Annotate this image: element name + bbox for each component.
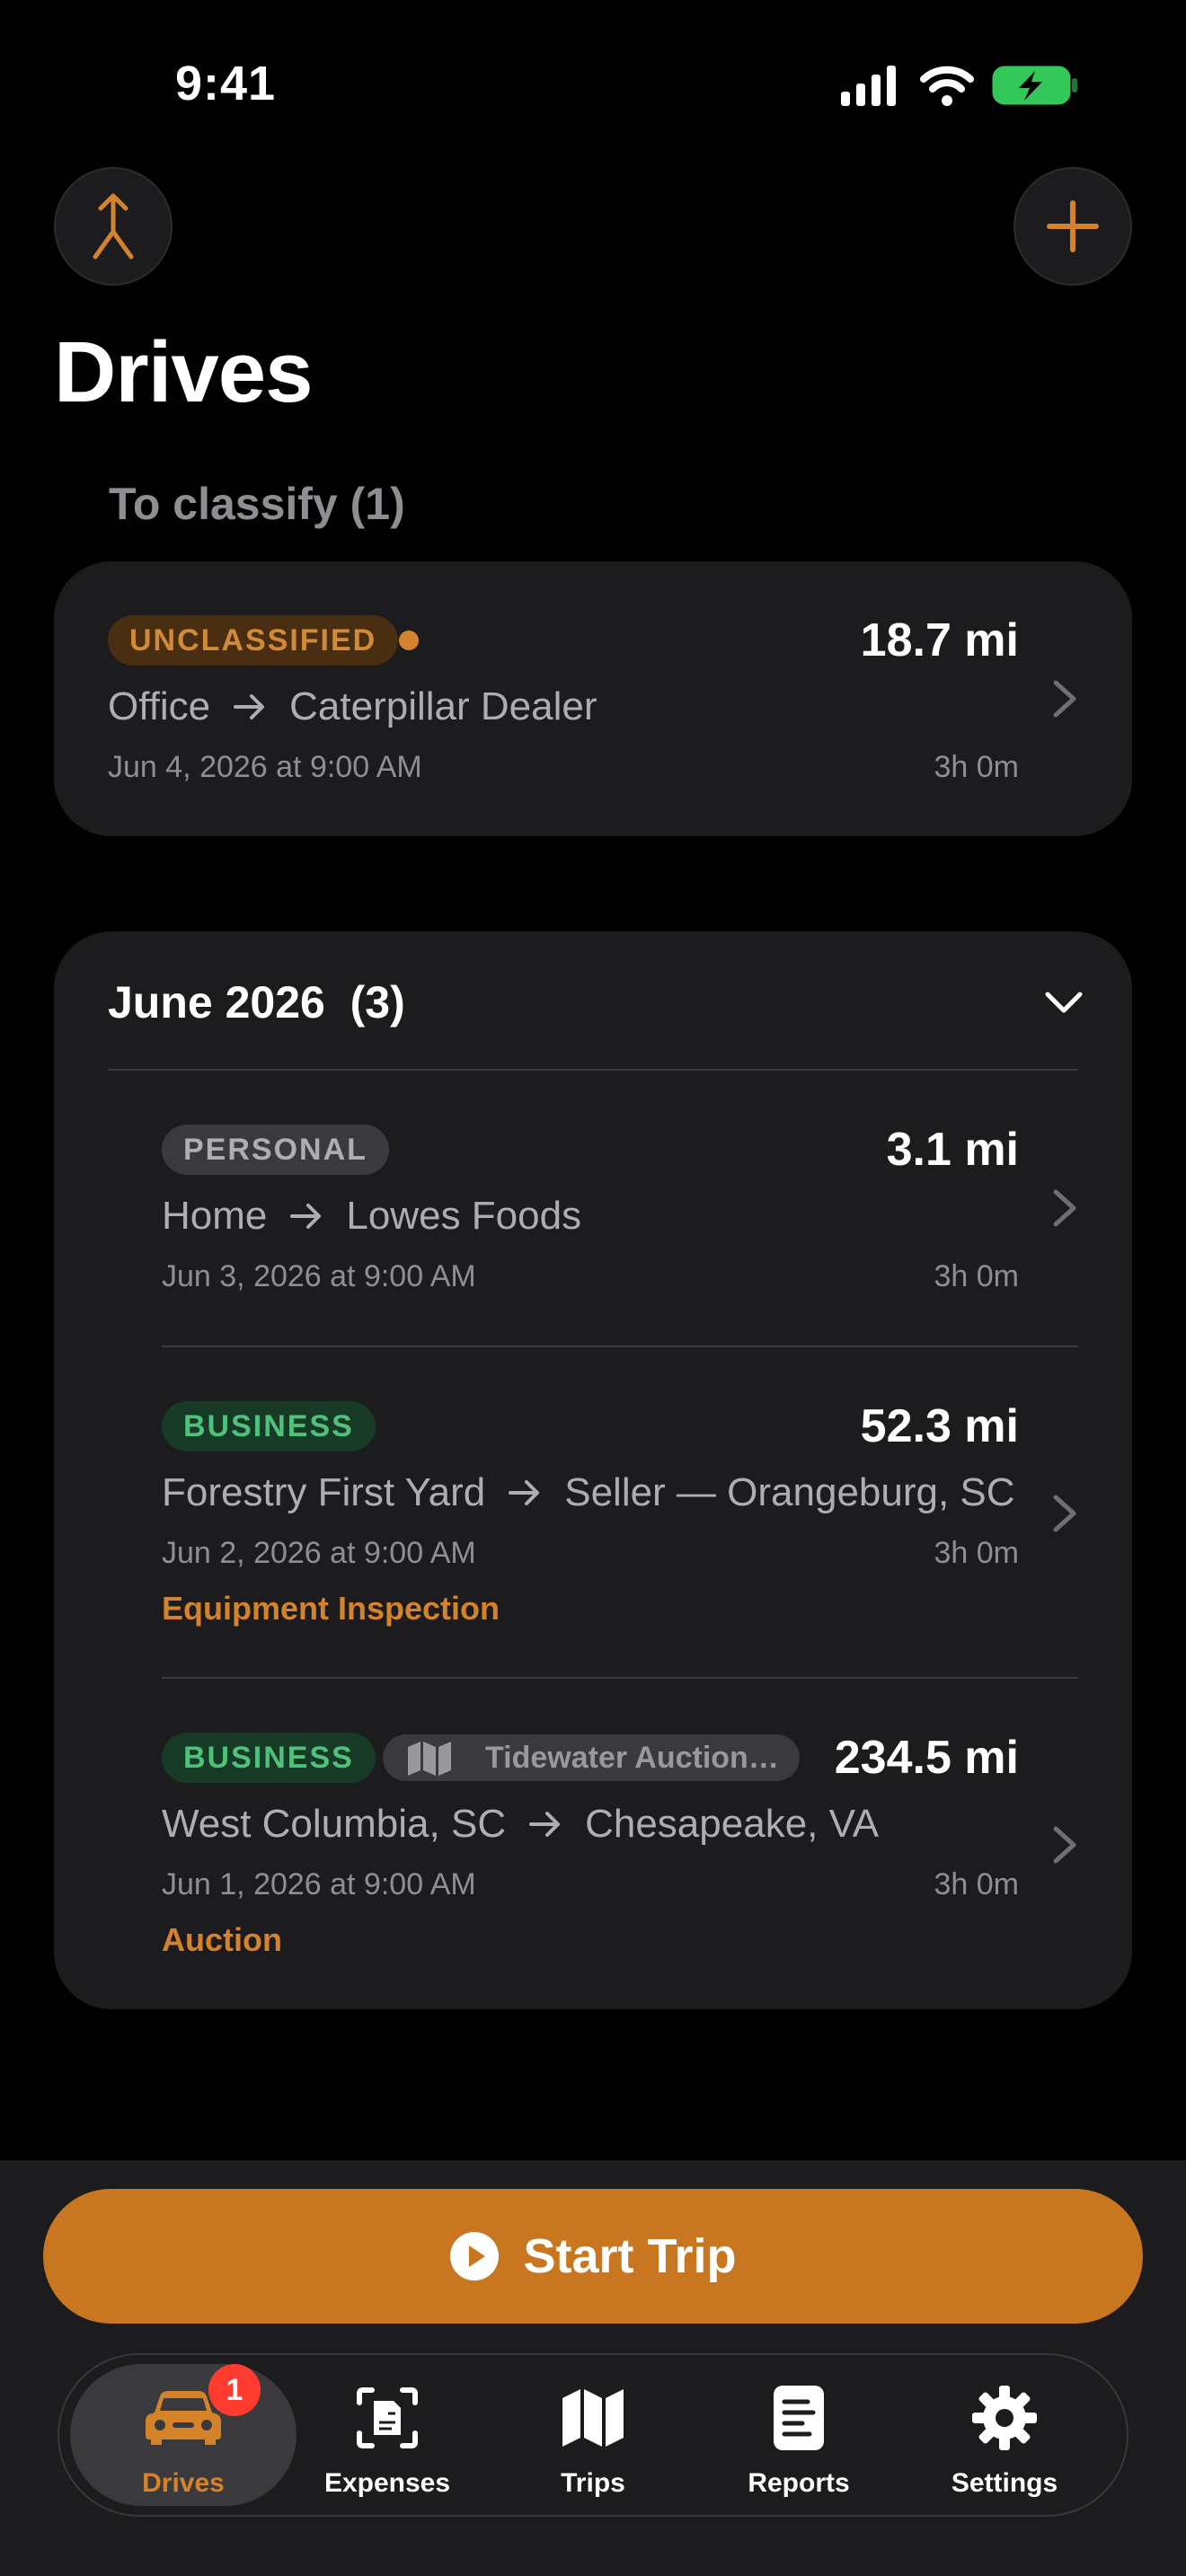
chevron-right-icon bbox=[1053, 1826, 1076, 1864]
status-badge: PERSONAL bbox=[162, 1125, 389, 1175]
status-badge: BUSINESS bbox=[162, 1733, 376, 1783]
chevron-down-icon[interactable] bbox=[1044, 989, 1084, 1016]
tab-label: Expenses bbox=[323, 2468, 451, 2498]
map-icon bbox=[561, 2382, 625, 2454]
drive-route: Office Caterpillar Dealer bbox=[108, 680, 1006, 734]
status-badge: BUSINESS bbox=[162, 1401, 376, 1451]
route-from: Home bbox=[162, 1194, 268, 1238]
status-icons bbox=[839, 63, 1080, 108]
route-to: Caterpillar Dealer bbox=[289, 684, 597, 728]
route-to: Seller — Orangeburg, SC bbox=[564, 1470, 1015, 1514]
drive-purpose: Equipment Inspection bbox=[162, 1590, 500, 1627]
chevron-right-icon bbox=[1053, 680, 1076, 718]
merge-button[interactable] bbox=[54, 167, 173, 286]
tab-label: Drives bbox=[142, 2468, 225, 2498]
drive-duration: 3h 0m bbox=[934, 750, 1020, 784]
unclassified-drive-card[interactable]: UNCLASSIFIED 18.7 mi Office Caterpillar … bbox=[54, 561, 1132, 836]
route-to: Chesapeake, VA bbox=[585, 1802, 880, 1846]
drive-purpose: Auction bbox=[162, 1921, 282, 1958]
drive-date: Jun 2, 2026 at 9:00 AM bbox=[162, 1536, 476, 1570]
arrow-right-icon bbox=[509, 1479, 541, 1506]
drive-date: Jun 1, 2026 at 9:00 AM bbox=[162, 1867, 476, 1901]
notification-badge: 1 bbox=[208, 2364, 261, 2416]
map-icon bbox=[408, 1742, 451, 1776]
tab-settings[interactable]: Settings bbox=[906, 2355, 1103, 2515]
tab-label: Reports bbox=[748, 2468, 850, 2498]
play-icon bbox=[450, 2232, 500, 2280]
report-icon bbox=[772, 2382, 826, 2454]
drive-row[interactable]: BUSINESS 52.3 mi Forestry First Yard Sel… bbox=[54, 1347, 1132, 1680]
drive-row[interactable]: PERSONAL 3.1 mi Home Lowes Foods Jun 3, … bbox=[54, 1071, 1132, 1381]
chevron-right-icon bbox=[1053, 1189, 1076, 1227]
page-title: Drives bbox=[54, 324, 314, 420]
drive-distance: 18.7 mi bbox=[860, 614, 1019, 666]
tab-label: Settings bbox=[951, 2468, 1058, 2498]
tab-expenses[interactable]: Expenses bbox=[288, 2355, 486, 2515]
receipt-scan-icon bbox=[356, 2382, 419, 2454]
chevron-right-icon bbox=[1053, 1495, 1076, 1532]
route-from: Forestry First Yard bbox=[162, 1470, 486, 1514]
arrow-right-icon bbox=[290, 1203, 323, 1230]
section-label-to-classify: To classify (1) bbox=[109, 479, 405, 529]
arrow-right-icon bbox=[234, 693, 266, 720]
unclassified-dot bbox=[399, 631, 419, 650]
tab-label: Trips bbox=[561, 2468, 625, 2498]
trip-tag-label: Tidewater Auction Trip bbox=[485, 1740, 780, 1775]
start-trip-button[interactable]: Start Trip bbox=[43, 2189, 1143, 2324]
drive-date: Jun 4, 2026 at 9:00 AM bbox=[108, 750, 422, 784]
tab-trips[interactable]: Trips bbox=[494, 2355, 692, 2515]
drive-date: Jun 3, 2026 at 9:00 AM bbox=[162, 1259, 476, 1293]
trip-tag[interactable]: Tidewater Auction Trip bbox=[383, 1734, 800, 1781]
status-badge: UNCLASSIFIED bbox=[108, 615, 399, 666]
route-from: West Columbia, SC bbox=[162, 1802, 507, 1846]
gear-icon bbox=[970, 2382, 1039, 2454]
drive-distance: 3.1 mi bbox=[886, 1124, 1019, 1176]
drive-route: West Columbia, SC Chesapeake, VA bbox=[162, 1797, 1042, 1851]
month-group-card: June 2026 (3) PERSONAL 3.1 mi Home Lowes… bbox=[54, 931, 1132, 2009]
drive-distance: 234.5 mi bbox=[834, 1732, 1019, 1784]
add-drive-button[interactable] bbox=[1013, 167, 1132, 286]
arrow-right-icon bbox=[529, 1811, 562, 1838]
drive-row[interactable]: BUSINESS Tidewater Auction Trip 234.5 mi… bbox=[54, 1679, 1132, 2002]
month-group-title: June 2026 (3) bbox=[108, 977, 405, 1028]
status-time: 9:41 bbox=[175, 57, 277, 110]
signal-wifi-battery-icon bbox=[841, 66, 1077, 106]
route-to: Lowes Foods bbox=[346, 1194, 582, 1238]
drive-duration: 3h 0m bbox=[934, 1259, 1020, 1293]
merge-icon bbox=[93, 193, 134, 260]
tab-reports[interactable]: Reports bbox=[700, 2355, 898, 2515]
drive-route: Forestry First Yard Seller — Orangeburg,… bbox=[162, 1466, 1058, 1520]
plus-icon bbox=[1047, 200, 1099, 252]
route-from: Office bbox=[108, 684, 211, 728]
drive-route: Home Lowes Foods bbox=[162, 1189, 1006, 1243]
start-trip-label: Start Trip bbox=[523, 2229, 737, 2283]
drive-distance: 52.3 mi bbox=[860, 1400, 1019, 1452]
drive-duration: 3h 0m bbox=[934, 1867, 1020, 1901]
drive-duration: 3h 0m bbox=[934, 1536, 1020, 1570]
